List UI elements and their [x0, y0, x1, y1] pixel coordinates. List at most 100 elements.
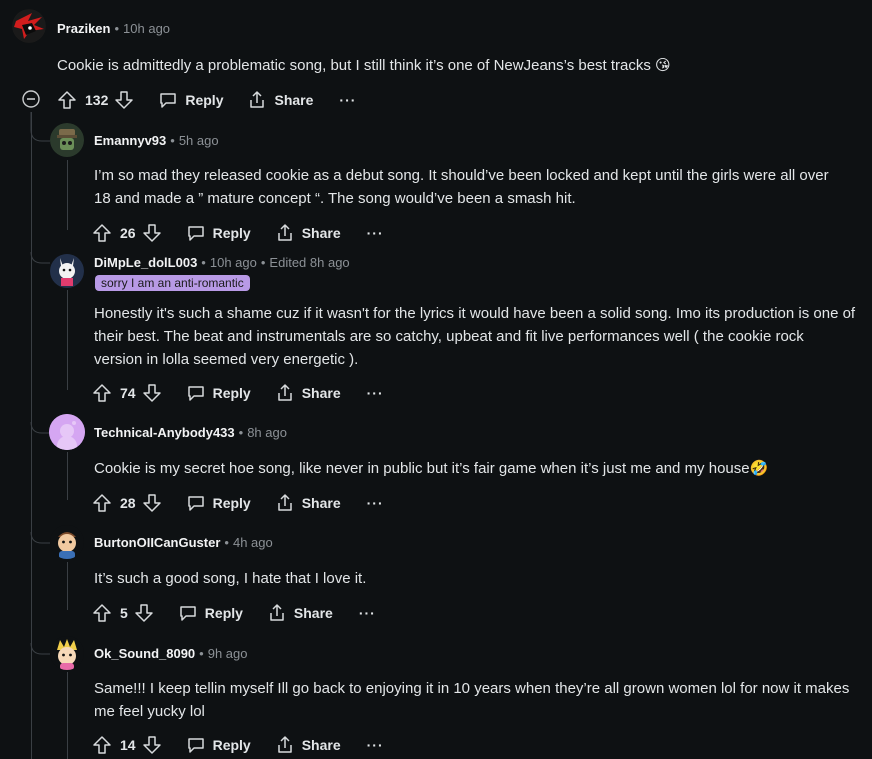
reply-icon	[187, 496, 204, 511]
avatar[interactable]	[50, 254, 84, 288]
downvote-icon[interactable]	[142, 735, 162, 755]
timestamp[interactable]: 4h ago	[233, 535, 273, 550]
share-label: Share	[301, 385, 341, 401]
comment-body: Same!!! I keep tellin myself Ill go back…	[94, 680, 850, 720]
avatar[interactable]	[50, 525, 84, 559]
comment-header: BurtonOIICanGuster • 4h ago	[94, 535, 273, 550]
edited-label: Edited 8h ago	[269, 255, 350, 270]
comment-actions: 5 Reply Share ···	[92, 599, 376, 627]
reply-icon	[187, 386, 204, 401]
share-icon	[277, 736, 292, 753]
username[interactable]: Emannyv93	[94, 133, 166, 148]
more-icon[interactable]: ···	[367, 225, 384, 241]
comment-body: I’m so mad they released cookie as a deb…	[94, 167, 829, 207]
reply-label: Reply	[185, 92, 224, 108]
share-icon	[277, 224, 292, 241]
downvote-icon[interactable]	[114, 90, 134, 110]
share-button[interactable]: Share	[275, 383, 341, 403]
upvote-icon[interactable]	[57, 90, 77, 110]
comment-body: Cookie is my secret hoe song, like never…	[94, 460, 769, 477]
upvote-icon[interactable]	[92, 735, 112, 755]
comment-header: DiMpLe_dolL003 • 10h ago • Edited 8h ago	[94, 255, 350, 270]
share-button[interactable]: Share	[275, 493, 341, 513]
vote-count: 74	[120, 385, 136, 401]
reply-button[interactable]: Reply	[186, 735, 251, 755]
comment-header: Technical-Anybody433 • 8h ago	[94, 425, 287, 440]
vote-count: 132	[85, 92, 109, 108]
share-icon	[277, 384, 292, 401]
vote-count: 26	[120, 225, 136, 241]
timestamp[interactable]: 8h ago	[247, 425, 287, 440]
collapse-icon[interactable]	[22, 90, 40, 113]
more-icon[interactable]: ···	[367, 737, 384, 753]
share-button[interactable]: Share	[247, 90, 313, 110]
comment-actions: 132 Reply Share ···	[57, 86, 356, 114]
reply-label: Reply	[212, 495, 251, 511]
share-button[interactable]: Share	[275, 735, 341, 755]
share-label: Share	[293, 605, 333, 621]
avatar[interactable]	[50, 123, 84, 157]
timestamp[interactable]: 10h ago	[123, 21, 170, 36]
vote-count: 5	[120, 605, 128, 621]
avatar[interactable]	[50, 636, 84, 670]
upvote-icon[interactable]	[92, 493, 112, 513]
reply-icon	[187, 738, 204, 753]
comment-header: Emannyv93 • 5h ago	[94, 133, 219, 148]
comment-actions: 26 Reply Share ···	[92, 219, 384, 247]
username[interactable]: DiMpLe_dolL003	[94, 255, 197, 270]
comment-actions: 14 Reply Share ···	[92, 731, 384, 759]
reply-icon	[187, 226, 204, 241]
downvote-icon[interactable]	[142, 383, 162, 403]
more-icon[interactable]: ···	[339, 92, 356, 108]
reply-button[interactable]: Reply	[186, 223, 251, 243]
comment-body: Honestly it's such a shame cuz if it was…	[94, 305, 856, 368]
comment-body: Cookie is admittedly a problematic song,…	[57, 57, 671, 74]
comment-actions: 74 Reply Share ···	[92, 379, 384, 407]
downvote-icon[interactable]	[134, 603, 154, 623]
downvote-icon[interactable]	[142, 493, 162, 513]
reply-button[interactable]: Reply	[178, 603, 243, 623]
reply-button[interactable]: Reply	[186, 383, 251, 403]
reply-button[interactable]: Reply	[186, 493, 251, 513]
reply-label: Reply	[212, 737, 251, 753]
upvote-icon[interactable]	[92, 223, 112, 243]
share-icon	[250, 91, 265, 108]
share-icon	[277, 494, 292, 511]
username[interactable]: BurtonOIICanGuster	[94, 535, 220, 550]
share-label: Share	[301, 737, 341, 753]
downvote-icon[interactable]	[142, 223, 162, 243]
share-icon	[270, 604, 284, 621]
reply-label: Reply	[212, 385, 251, 401]
upvote-icon[interactable]	[92, 603, 112, 623]
share-label: Share	[274, 92, 314, 108]
share-button[interactable]: Share	[267, 603, 333, 623]
upvote-icon[interactable]	[92, 383, 112, 403]
reply-icon	[180, 606, 196, 621]
share-label: Share	[301, 225, 341, 241]
username[interactable]: Technical-Anybody433	[94, 425, 235, 440]
comment-header: Ok_Sound_8090 • 9h ago	[94, 646, 248, 661]
vote-count: 28	[120, 495, 136, 511]
reply-label: Reply	[204, 605, 243, 621]
timestamp[interactable]: 9h ago	[208, 646, 248, 661]
avatar[interactable]	[12, 9, 46, 43]
comment-header: Praziken • 10h ago	[57, 21, 171, 36]
vote-count: 14	[120, 737, 136, 753]
more-icon[interactable]: ···	[367, 495, 384, 511]
timestamp[interactable]: 5h ago	[179, 133, 219, 148]
avatar[interactable]	[49, 414, 85, 450]
comment-actions: 28 Reply Share ···	[92, 489, 384, 517]
username[interactable]: Praziken	[57, 21, 110, 36]
share-label: Share	[301, 495, 341, 511]
more-icon[interactable]: ···	[359, 605, 376, 621]
flair-text: sorry I am an anti-romantic	[95, 275, 250, 291]
reply-icon	[160, 93, 177, 108]
share-button[interactable]: Share	[275, 223, 341, 243]
timestamp[interactable]: 10h ago	[210, 255, 257, 270]
username[interactable]: Ok_Sound_8090	[94, 646, 195, 661]
reply-button[interactable]: Reply	[158, 90, 223, 110]
reply-label: Reply	[212, 225, 251, 241]
comment-body: It’s such a good song, I hate that I lov…	[94, 570, 367, 587]
more-icon[interactable]: ···	[367, 385, 384, 401]
user-flair: sorry I am an anti-romantic	[95, 274, 250, 292]
